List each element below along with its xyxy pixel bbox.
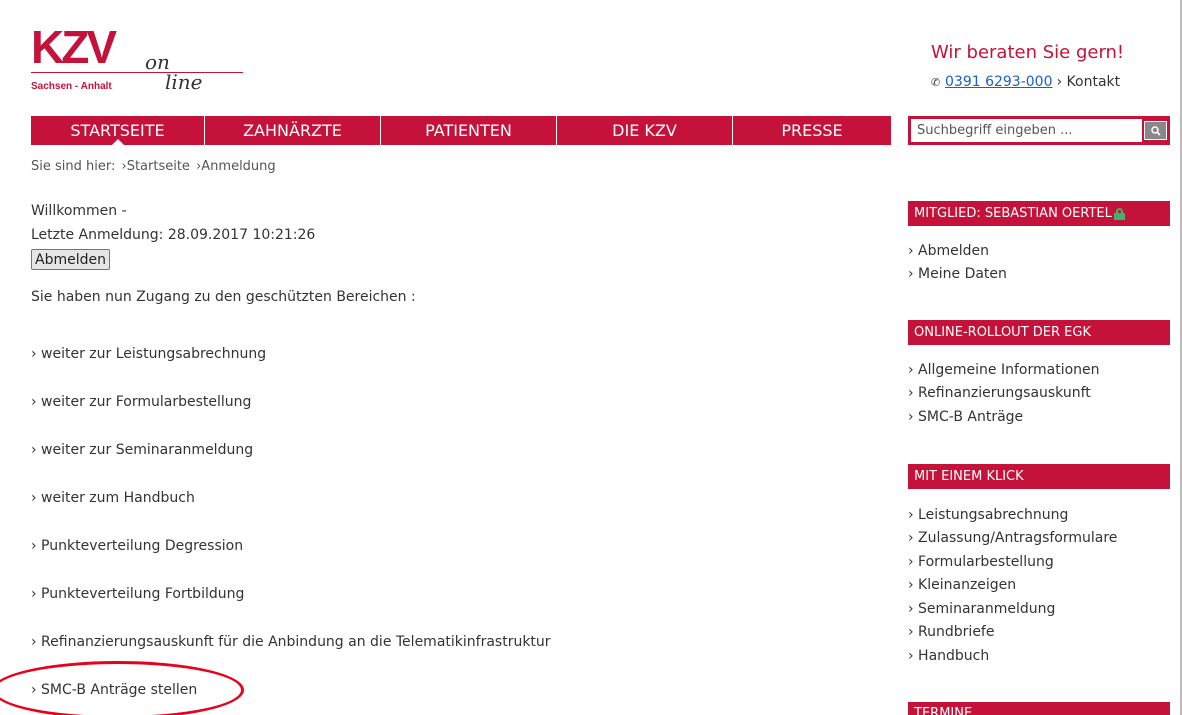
sidebar-rundbriefe[interactable]: › Rundbriefe: [908, 624, 994, 640]
sidebar-handbuch[interactable]: › Handbuch: [908, 648, 989, 664]
sidebar-klick-header: MIT EINEM KLICK: [908, 464, 1170, 489]
search-button[interactable]: [1144, 121, 1167, 140]
access-text: Sie haben nun Zugang zu den geschützten …: [31, 289, 416, 305]
nav-zahnaerzte[interactable]: ZAHNÄRZTE: [205, 116, 381, 145]
last-login: Letzte Anmeldung: 28.09.2017 10:21:26: [31, 227, 316, 243]
logo-line: line: [165, 70, 203, 94]
breadcrumb: Sie sind hier: ›Startseite ›Anmeldung: [31, 159, 278, 174]
logo-brand: KZV: [31, 21, 117, 73]
link-formularbestellung[interactable]: › weiter zur Formularbestellung: [31, 394, 251, 410]
nav-patienten[interactable]: PATIENTEN: [381, 116, 557, 145]
nav-startseite[interactable]: STARTSEITE: [31, 116, 205, 146]
logo-region: Sachsen - Anhalt: [31, 81, 112, 92]
sidebar-leistungsabrechnung[interactable]: › Leistungsabrechnung: [908, 507, 1068, 523]
sidebar-abmelden[interactable]: › Abmelden: [908, 243, 989, 259]
kontakt-link[interactable]: › Kontakt: [1056, 74, 1120, 90]
main-nav: STARTSEITE ZAHNÄRZTE PATIENTEN DIE KZV P…: [31, 116, 891, 146]
breadcrumb-anmeldung: ›Anmeldung: [196, 159, 276, 174]
link-punkteverteilung-fortbildung[interactable]: › Punkteverteilung Fortbildung: [31, 586, 244, 602]
contact-row: ✆ 0391 6293-000 › Kontakt: [931, 74, 1120, 90]
sidebar-allgemeine-informationen[interactable]: › Allgemeine Informationen: [908, 362, 1100, 378]
link-punkteverteilung-degression[interactable]: › Punkteverteilung Degression: [31, 538, 243, 554]
member-title: MITGLIED: SEBASTIAN OERTEL: [914, 206, 1112, 221]
sidebar-termine-header: TERMINE: [908, 702, 1170, 715]
welcome-text: Willkommen -: [31, 203, 127, 219]
link-leistungsabrechnung[interactable]: › weiter zur Leistungsabrechnung: [31, 346, 266, 362]
sidebar-seminaranmeldung[interactable]: › Seminaranmeldung: [908, 601, 1055, 617]
search-icon: [1150, 125, 1161, 136]
sidebar-member-header: MITGLIED: SEBASTIAN OERTEL: [908, 201, 1170, 226]
sidebar-egk-header: ONLINE-ROLLOUT DER EGK: [908, 320, 1170, 345]
highlight-annotation: [0, 661, 244, 715]
sidebar-meine-daten[interactable]: › Meine Daten: [908, 266, 1007, 282]
link-seminaranmeldung[interactable]: › weiter zur Seminaranmeldung: [31, 442, 253, 458]
search-box: [908, 116, 1170, 145]
kzv-logo[interactable]: KZV Sachsen - Anhalt on line: [31, 24, 246, 102]
sidebar-formularbestellung[interactable]: › Formularbestellung: [908, 554, 1054, 570]
sidebar-smc-b-antraege[interactable]: › SMC-B Anträge: [908, 409, 1023, 425]
link-refinanzierungsauskunft[interactable]: › Refinanzierungsauskunft für die Anbind…: [31, 634, 551, 650]
nav-presse[interactable]: PRESSE: [733, 116, 891, 145]
sidebar-refinanzierungsauskunft[interactable]: › Refinanzierungsauskunft: [908, 385, 1091, 401]
breadcrumb-startseite[interactable]: ›Startseite: [122, 159, 190, 174]
logo-underline: [31, 72, 243, 73]
phone-link[interactable]: 0391 6293-000: [945, 74, 1052, 90]
nav-die-kzv[interactable]: DIE KZV: [557, 116, 733, 145]
link-handbuch[interactable]: › weiter zum Handbuch: [31, 490, 195, 506]
sidebar-zulassung[interactable]: › Zulassung/Antragsformulare: [908, 530, 1117, 546]
lock-icon: [1113, 207, 1125, 220]
contact-title: Wir beraten Sie gern!: [931, 42, 1125, 63]
phone-icon: ✆: [931, 75, 941, 89]
breadcrumb-prefix: Sie sind hier:: [31, 159, 116, 174]
search-input[interactable]: [911, 119, 1142, 142]
logout-button[interactable]: Abmelden: [31, 249, 110, 270]
sidebar-kleinanzeigen[interactable]: › Kleinanzeigen: [908, 577, 1016, 593]
